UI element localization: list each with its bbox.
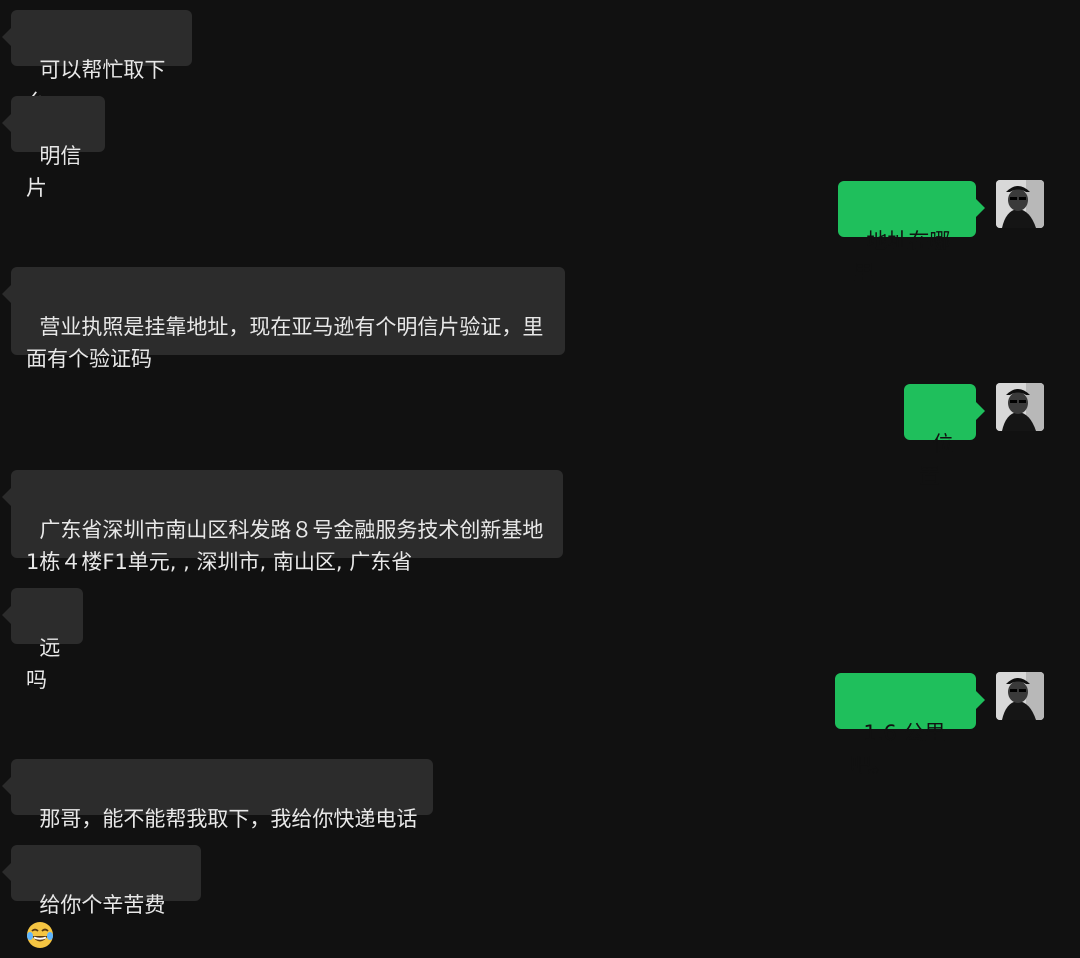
message-text: 地址在哪里 bbox=[853, 229, 951, 285]
incoming-message-bubble[interactable]: 广东省深圳市南山区科发路８号金融服务技术创新基地 1栋４楼F1单元, , 深圳市… bbox=[2, 470, 563, 574]
outgoing-message-bubble[interactable]: 位置 bbox=[904, 384, 985, 488]
laughing-tears-emoji-icon bbox=[26, 921, 54, 949]
message-text: 位置 bbox=[919, 432, 954, 488]
incoming-message-bubble[interactable]: 那哥，能不能帮我取下，我给你快递电话 bbox=[2, 759, 433, 831]
message-text: 那哥，能不能帮我取下，我给你快递电话 bbox=[39, 807, 418, 831]
outgoing-message-bubble[interactable]: 1.6 公里吧。 bbox=[835, 673, 985, 777]
message-text: 给你个辛苦费 bbox=[39, 893, 166, 917]
message-text: 明信片 bbox=[26, 144, 82, 200]
incoming-message-bubble[interactable]: 营业执照是挂靠地址，现在亚马逊有个明信片验证，里 面有个验证码 bbox=[2, 267, 565, 371]
user-avatar-photo-icon[interactable] bbox=[996, 383, 1044, 431]
incoming-message-bubble[interactable]: 给你个辛苦费 bbox=[2, 845, 201, 948]
incoming-message-bubble[interactable]: 可以帮忙取下么 bbox=[2, 10, 192, 114]
message-text: 远吗 bbox=[26, 636, 61, 692]
message-text: 营业执照是挂靠地址，现在亚马逊有个明信片验证，里 面有个验证码 bbox=[26, 315, 544, 371]
outgoing-message-bubble[interactable]: 地址在哪里 bbox=[838, 181, 985, 285]
message-text: 1.6 公里吧。 bbox=[850, 721, 946, 777]
user-avatar-photo-icon[interactable] bbox=[996, 672, 1044, 720]
user-avatar-photo-icon[interactable] bbox=[996, 180, 1044, 228]
incoming-message-bubble[interactable]: 远吗 bbox=[2, 588, 83, 692]
incoming-message-bubble[interactable]: 明信片 bbox=[2, 96, 105, 200]
message-text: 广东省深圳市南山区科发路８号金融服务技术创新基地 1栋４楼F1单元, , 深圳市… bbox=[26, 518, 544, 574]
